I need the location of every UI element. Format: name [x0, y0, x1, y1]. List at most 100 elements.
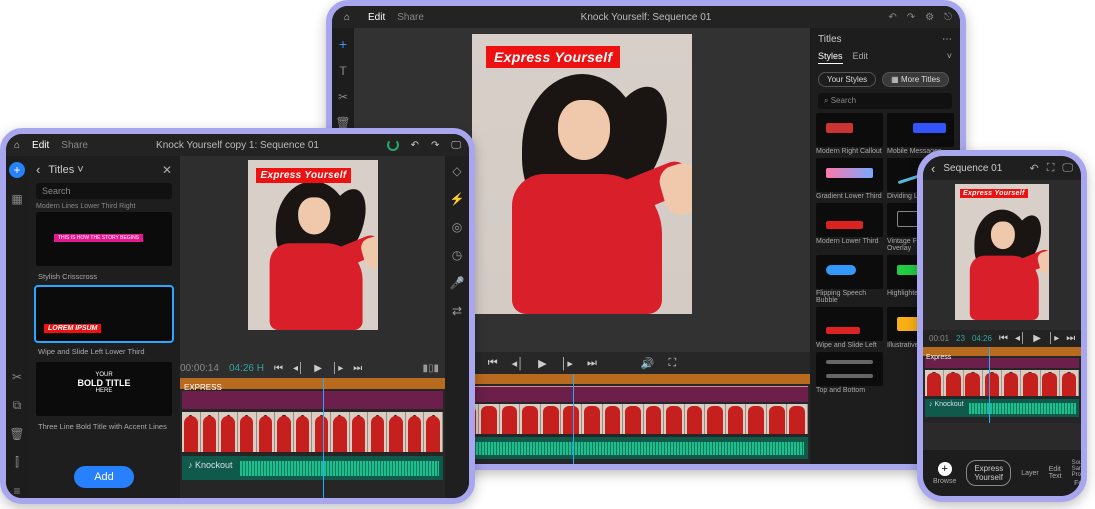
layer-button[interactable]: Layer	[1021, 470, 1039, 477]
home-icon[interactable]: ⌂	[14, 140, 20, 151]
title-overlay[interactable]: Express Yourself	[486, 46, 620, 68]
levels-icon[interactable]: ▮▯▮	[422, 363, 439, 374]
mic-icon[interactable]: 🎤	[450, 276, 465, 290]
tablet-transport: 00:00:14 04:26 H ⏮ ◂│ ▶ │▸ ⏭ ▮▯▮	[180, 358, 445, 378]
step-forward-icon[interactable]: │▸	[561, 357, 573, 370]
browse-button[interactable]: + Browse	[933, 462, 956, 485]
title-preset[interactable]	[816, 203, 883, 237]
tab-edit-titles[interactable]: Edit	[853, 51, 869, 64]
search-input[interactable]: Search	[36, 183, 172, 199]
video-canvas[interactable]: Express Yourself	[248, 160, 378, 330]
sync-spinner-icon	[387, 139, 399, 151]
duplicate-icon[interactable]: ⧉	[13, 398, 22, 413]
preset-sample-text: LOREM IPSUM	[44, 324, 101, 333]
title-preset[interactable]	[887, 113, 954, 147]
monitor-icon[interactable]: 🖵	[1062, 162, 1073, 175]
search-input[interactable]: ⌕ Search	[818, 93, 952, 109]
target-icon[interactable]: ◎	[452, 220, 462, 234]
shuffle-icon[interactable]: ⇄	[452, 304, 462, 318]
title-preset[interactable]	[816, 307, 883, 341]
title-pill[interactable]: Express Yourself	[966, 460, 1011, 486]
video-canvas[interactable]: Express Yourself	[472, 34, 692, 314]
export-icon[interactable]: ⎋	[944, 12, 952, 23]
title-preset-selected[interactable]: LOREM IPSUM	[36, 287, 172, 341]
scissors-icon[interactable]: ✂	[12, 370, 22, 384]
title-preset[interactable]	[816, 113, 883, 147]
step-forward-icon[interactable]: │▸	[332, 363, 343, 374]
tab-edit[interactable]: Edit	[368, 12, 385, 23]
skip-start-icon[interactable]: ⏮	[488, 357, 498, 370]
your-styles-button[interactable]: Your Styles	[818, 72, 876, 87]
skip-end-icon[interactable]: ⏭	[353, 363, 362, 374]
home-icon[interactable]: ⌂	[340, 12, 354, 23]
undo-icon[interactable]: ↶	[411, 140, 419, 151]
skip-end-icon[interactable]: ⏭	[1066, 333, 1075, 344]
playhead[interactable]	[989, 347, 990, 423]
title-overlay[interactable]: Express Yourself	[960, 189, 1028, 198]
title-preset[interactable]	[816, 352, 883, 386]
play-icon[interactable]: ▶	[538, 357, 546, 370]
monitor-icon[interactable]: 🖵	[451, 140, 461, 151]
video-canvas[interactable]: Express Yourself	[955, 184, 1049, 320]
play-icon[interactable]: ▶	[314, 363, 322, 374]
phone-device: ‹ Sequence 01 ↶ ⛶ 🖵 Express Yourself 00:…	[917, 150, 1087, 502]
skip-start-icon[interactable]: ⏮	[274, 363, 283, 374]
bolt-icon[interactable]: ⚡	[450, 192, 465, 206]
title-overlay[interactable]: Express Yourself	[256, 168, 352, 183]
add-icon[interactable]: +	[9, 162, 25, 178]
title-preset[interactable]: YOUR BOLD TITLE HERE	[36, 362, 172, 416]
scissors-icon[interactable]: ✂	[338, 90, 348, 104]
title-preset[interactable]	[816, 255, 883, 289]
ellipsis-icon[interactable]: ⋯	[942, 34, 952, 45]
trash-icon[interactable]: 🗑	[9, 427, 24, 441]
settings-icon[interactable]: ⚙	[925, 12, 934, 23]
step-back-icon[interactable]: ◂│	[512, 357, 524, 370]
sound-icon[interactable]: 🔊	[641, 357, 655, 370]
fullscreen-icon[interactable]: ⛶	[669, 357, 677, 370]
playhead[interactable]	[323, 378, 324, 498]
clock-icon[interactable]: ◷	[452, 248, 462, 262]
back-icon[interactable]: ‹	[931, 161, 935, 176]
titles-tool-icon[interactable]: T	[339, 64, 346, 78]
add-icon[interactable]: +	[339, 36, 347, 52]
audio-track[interactable]: ♪ Knockout	[182, 456, 443, 480]
title-clip[interactable]	[182, 391, 443, 409]
play-icon[interactable]: ▶	[1033, 333, 1041, 344]
playhead[interactable]	[573, 374, 574, 464]
skip-start-icon[interactable]: ⏮	[999, 333, 1008, 344]
edit-text-button[interactable]: Edit Text	[1049, 466, 1062, 480]
sliders-icon[interactable]: ⫿	[15, 455, 19, 470]
redo-icon[interactable]: ↷	[431, 140, 439, 151]
preset-label: Top and Bottom	[816, 387, 883, 394]
phone-timeline[interactable]: Express ♪ Knockout	[923, 347, 1081, 423]
title-preset[interactable]: THIS IS HOW THE STORY BEGINS	[36, 212, 172, 266]
video-subject	[956, 200, 1048, 320]
diamond-icon[interactable]: ◇	[452, 164, 461, 178]
menu-icon[interactable]: ≡	[13, 484, 20, 498]
chevron-icon[interactable]: ˅	[947, 51, 952, 64]
tablet-timeline[interactable]: EXPRESS ♪ Knockout	[180, 378, 445, 498]
audio-track[interactable]: ♪ Knockout	[925, 399, 1079, 417]
video-track[interactable]	[182, 412, 443, 452]
step-back-icon[interactable]: ◂│	[1015, 333, 1026, 344]
tab-edit[interactable]: Edit	[32, 140, 49, 151]
redo-icon[interactable]: ↷	[907, 12, 915, 23]
step-forward-icon[interactable]: │▸	[1048, 333, 1059, 344]
video-track[interactable]	[925, 370, 1079, 396]
back-icon[interactable]: ‹	[36, 162, 40, 177]
tab-share[interactable]: Share	[397, 12, 424, 23]
title-preset[interactable]	[816, 158, 883, 192]
step-back-icon[interactable]: ◂│	[293, 363, 304, 374]
skip-end-icon[interactable]: ⏭	[587, 357, 597, 370]
close-icon[interactable]: ✕	[162, 163, 172, 177]
font-button[interactable]: Source Sans Pro Font	[1072, 460, 1087, 487]
full-icon[interactable]: ⛶	[1047, 162, 1055, 175]
add-button[interactable]: Add	[74, 466, 134, 488]
more-titles-button[interactable]: ▦ More Titles	[882, 72, 949, 87]
project-icon[interactable]: ▦	[11, 192, 22, 206]
undo-icon[interactable]: ↶	[1029, 162, 1038, 175]
tab-styles[interactable]: Styles	[818, 51, 843, 64]
panel-title[interactable]: Titles ˅	[48, 164, 83, 176]
undo-icon[interactable]: ↶	[888, 12, 896, 23]
tab-share[interactable]: Share	[61, 140, 88, 151]
